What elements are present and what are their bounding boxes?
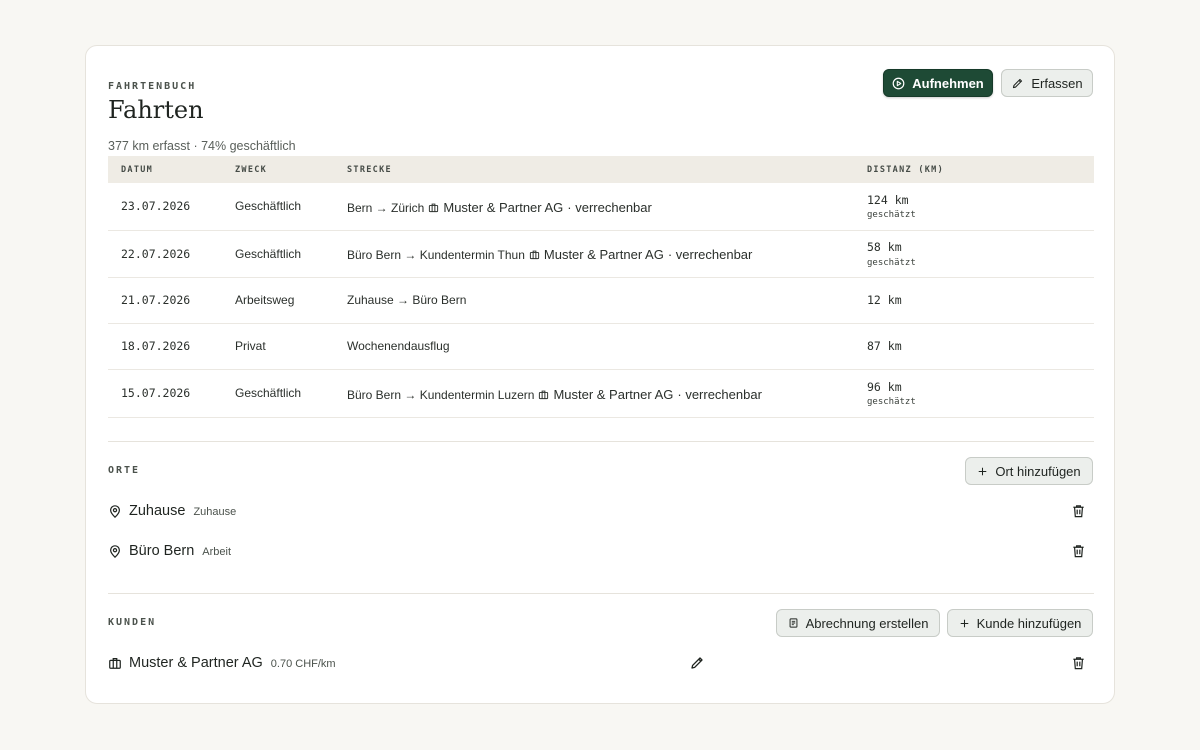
record-button[interactable]: Aufnehmen <box>883 69 993 97</box>
trip-route: Wochenendausflug <box>347 339 450 353</box>
map-pin-icon <box>110 505 120 519</box>
route-text: Büro Bern → Kundentermin Thun <box>347 247 525 262</box>
trip-date: 15.07.2026 <box>121 386 191 400</box>
place-name: Büro Bern <box>129 543 195 559</box>
trip-purpose: Geschäftlich <box>235 247 302 261</box>
billable-label: · verrechenbar <box>677 387 762 402</box>
client-name: Muster & Partner AG <box>553 387 674 402</box>
table-row[interactable]: 21.07.2026 Arbeitsweg Zuhause → Büro Ber… <box>108 278 1094 324</box>
pencil-icon <box>1013 78 1023 88</box>
add-place-button[interactable]: Ort hinzufügen <box>965 457 1093 485</box>
plus-icon <box>960 619 968 627</box>
estimated-label: geschätzt <box>867 397 916 407</box>
trip-distance: 58 km <box>867 240 902 254</box>
add-client-label: Kunde hinzufügen <box>976 615 1082 631</box>
estimated-label: geschätzt <box>867 258 916 268</box>
trash-icon[interactable] <box>1071 543 1086 559</box>
briefcase-icon <box>529 250 539 260</box>
trip-route: Bern → Zürich Muster & Partner AG · verr… <box>347 200 652 215</box>
places-eyebrow: ORTE <box>108 465 141 476</box>
trip-purpose: Geschäftlich <box>235 386 302 400</box>
table-row[interactable]: 15.07.2026 Geschäftlich Büro Bern → Kund… <box>108 370 1094 418</box>
table-row[interactable]: 18.07.2026 Privat Wochenendausflug 87 km <box>108 324 1094 370</box>
column-header-route: STRECKE <box>347 165 392 175</box>
plus-icon <box>979 467 987 475</box>
trip-purpose: Arbeitsweg <box>235 293 295 307</box>
place-item: Büro Bern Arbeit <box>129 543 231 559</box>
briefcase-icon <box>109 658 121 669</box>
place-tag: Arbeit <box>202 546 232 558</box>
table-row[interactable]: 22.07.2026 Geschäftlich Büro Bern → Kund… <box>108 230 1094 278</box>
section-divider <box>108 441 1094 442</box>
table-row[interactable]: 23.07.2026 Geschäftlich Bern → Zürich Mu… <box>108 183 1094 231</box>
client-rate: 0.70 CHF/km <box>270 658 336 670</box>
trash-icon[interactable] <box>1071 655 1086 671</box>
create-invoice-button[interactable]: Abrechnung erstellen <box>776 609 940 637</box>
trip-distance: 96 km <box>867 380 902 394</box>
trip-distance: 87 km <box>867 339 902 353</box>
trip-date: 18.07.2026 <box>121 339 191 353</box>
place-name: Zuhause <box>129 503 186 519</box>
map-pin-icon <box>110 545 120 559</box>
trip-distance: 12 km <box>867 293 902 307</box>
client-name: Muster & Partner AG <box>443 200 564 215</box>
add-client-button[interactable]: Kunde hinzufügen <box>947 609 1093 637</box>
client-name: Muster & Partner AG <box>543 247 664 262</box>
trash-icon[interactable] <box>1071 503 1086 519</box>
record-label: Aufnehmen <box>912 75 984 91</box>
logbook-eyebrow: FAHRTENBUCH <box>108 81 197 92</box>
column-header-purpose: ZWECK <box>235 165 268 175</box>
place-item: Zuhause Zuhause <box>129 503 236 519</box>
column-header-distance: DISTANZ (KM) <box>867 165 945 175</box>
place-tag: Zuhause <box>193 506 237 518</box>
clients-eyebrow: KUNDEN <box>108 617 157 628</box>
add-place-label: Ort hinzufügen <box>995 463 1081 479</box>
trip-date: 22.07.2026 <box>121 247 191 261</box>
trip-date: 21.07.2026 <box>121 293 191 307</box>
trip-summary: 377 km erfasst · 74% geschäftlich <box>108 139 296 153</box>
estimated-label: geschätzt <box>867 210 916 220</box>
create-invoice-label: Abrechnung erstellen <box>805 615 929 631</box>
page-title: Fahrten <box>108 96 204 124</box>
trip-date: 23.07.2026 <box>121 199 191 213</box>
client-name: Muster & Partner AG <box>129 655 263 671</box>
trip-route: Büro Bern → Kundentermin Thun Muster & P… <box>347 247 752 262</box>
capture-label: Erfassen <box>1031 75 1083 91</box>
column-header-date: DATUM <box>121 165 154 175</box>
trip-route: Zuhause → Büro Bern <box>347 293 467 307</box>
briefcase-icon <box>539 390 549 400</box>
section-divider <box>108 593 1094 594</box>
capture-button[interactable]: Erfassen <box>1001 69 1093 97</box>
trip-purpose: Geschäftlich <box>235 199 302 213</box>
logbook-card: FAHRTENBUCH Fahrten 377 km erfasst · 74%… <box>85 45 1115 704</box>
route-text: Büro Bern → Kundentermin Luzern <box>347 387 535 402</box>
receipt-icon <box>789 618 797 628</box>
trips-table-header: DATUM ZWECK STRECKE DISTANZ (KM) <box>108 156 1094 183</box>
briefcase-icon <box>429 203 439 213</box>
trip-distance: 124 km <box>867 193 909 207</box>
billable-label: · verrechenbar <box>667 247 753 262</box>
play-circle-icon <box>892 77 905 89</box>
client-item: Muster & Partner AG 0.70 CHF/km <box>129 655 336 671</box>
trip-route: Büro Bern → Kundentermin Luzern Muster &… <box>347 387 762 402</box>
trip-purpose: Privat <box>235 339 266 353</box>
billable-label: · verrechenbar <box>567 200 652 215</box>
route-text: Bern → Zürich <box>347 200 425 215</box>
pencil-icon[interactable] <box>689 655 705 671</box>
